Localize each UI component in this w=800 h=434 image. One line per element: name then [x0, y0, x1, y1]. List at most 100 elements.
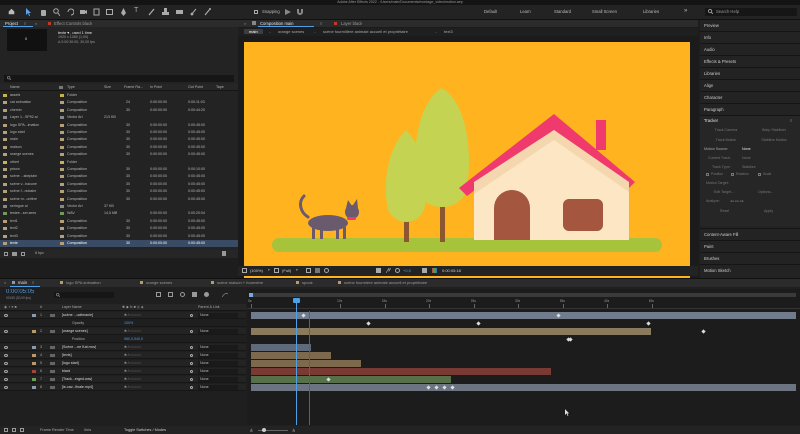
roto-brush-tool-icon[interactable] — [190, 8, 197, 16]
zoom-in-icon[interactable]: ◮ — [292, 427, 295, 432]
project-list-item[interactable]: text3 Composition 30 0:00:00:00 0:00:45:00 — [0, 233, 238, 240]
timeline-tab-scene-fourmiere[interactable]: scène fourmière animale accueil et propr… — [344, 280, 427, 285]
rotation-checkbox[interactable] — [731, 173, 734, 176]
close-comp-tab-icon[interactable]: × — [244, 21, 246, 26]
layer-switches[interactable]: ✱ / □ □ □ □ — [124, 353, 141, 357]
parent-pickwhip-icon[interactable] — [190, 346, 193, 349]
transparency-grid-icon[interactable] — [315, 268, 320, 273]
tab-layer[interactable]: Layer black — [341, 21, 362, 26]
current-track-value[interactable]: None — [742, 156, 751, 160]
analyze-buttons[interactable]: ◂◂ ◂ ▸ ▸▸ — [730, 199, 744, 203]
snap-option-icon[interactable] — [285, 9, 291, 15]
parent-pickwhip-icon[interactable] — [190, 362, 193, 365]
project-search-field[interactable] — [4, 75, 234, 82]
workspace-standard[interactable]: Standard — [554, 9, 571, 14]
time-ruler[interactable]: 0s05s10s15s20s25s30s35s40s45s — [247, 299, 800, 309]
parent-pickwhip-icon[interactable] — [190, 378, 193, 381]
exposure-value[interactable]: +0,0 — [403, 268, 411, 273]
subtab-main[interactable]: main — [244, 29, 263, 34]
layer-switches[interactable]: ✱ / □ □ □ □ — [124, 377, 141, 381]
expand-transfer-icon[interactable] — [12, 428, 16, 432]
reset-button[interactable]: Reset — [720, 209, 729, 213]
layer-name[interactable]: [orange scenes] — [62, 329, 88, 333]
parent-dropdown[interactable]: None — [198, 329, 238, 334]
timeline-tab-orange-scenes[interactable]: orange scenes — [146, 280, 172, 285]
visibility-eye-icon[interactable] — [4, 370, 8, 373]
expand-layer-switches-icon[interactable] — [4, 428, 8, 432]
project-list-item[interactable]: texte Composition 30 0:00:00:00 0:00:45:00 — [0, 240, 238, 247]
layer-switches[interactable]: ✱ / □ □ □ □ — [124, 329, 141, 333]
layer-label-color[interactable] — [32, 330, 36, 333]
pan-behind-tool-icon[interactable] — [93, 8, 100, 16]
layer-duration-bar[interactable] — [251, 360, 361, 367]
layer-name[interactable]: [Scène ...ne Kat.mov] — [62, 345, 96, 349]
shy-icon[interactable] — [180, 292, 185, 297]
workspace-default[interactable]: Default — [484, 9, 497, 14]
show-channel-icon[interactable] — [432, 268, 437, 273]
visibility-eye-icon[interactable] — [4, 378, 8, 381]
panel-item-content-aware-fill[interactable]: Content-Aware Fill — [700, 228, 800, 240]
visibility-eye-icon[interactable] — [4, 354, 8, 357]
time-navigator-handle[interactable] — [249, 293, 253, 297]
project-list-item[interactable]: text1 Composition 30 0:00:00:00 0:00:45:00 — [0, 218, 238, 225]
brush-tool-icon[interactable] — [148, 8, 155, 16]
motion-blur-icon[interactable] — [204, 292, 209, 297]
layer-name[interactable]: [logo start] — [62, 361, 79, 365]
edit-target-button[interactable]: Edit Target... — [714, 190, 734, 194]
clone-stamp-tool-icon[interactable] — [162, 8, 169, 16]
timeline-timecode[interactable]: 0:00:05:05 — [6, 289, 34, 295]
timeline-track-area[interactable]: 0s05s10s15s20s25s30s35s40s45s — [247, 289, 800, 425]
parent-dropdown[interactable]: None — [198, 361, 238, 366]
track-motion-button[interactable]: Track Motion — [704, 138, 748, 142]
visibility-eye-icon[interactable] — [4, 386, 8, 389]
lock-icon[interactable] — [252, 21, 256, 25]
close-timeline-tab-icon[interactable]: × — [4, 280, 6, 285]
project-list-item[interactable]: othert Folder — [0, 159, 238, 166]
snapping-checkbox[interactable] — [254, 10, 258, 14]
keyframe-icon[interactable] — [646, 321, 651, 326]
keyframe-icon[interactable] — [476, 321, 481, 326]
rotate-tool-icon[interactable] — [67, 8, 75, 16]
scale-checkbox[interactable] — [758, 173, 761, 176]
property-value[interactable]: 100% — [124, 321, 133, 325]
visibility-eye-icon[interactable] — [4, 330, 8, 333]
track-type-value[interactable]: Stabilize — [742, 165, 756, 169]
layer-row[interactable]: 3 [Scène ...ne Kat.mov] ✱ / □ □ □ □ None — [0, 344, 246, 351]
subtab-text3[interactable]: text3 — [444, 29, 453, 34]
project-list-item[interactable]: assets Folder — [0, 92, 238, 99]
project-list-item[interactable]: main Composition 30 0:00:00:00 0:00:45:00 — [0, 136, 238, 143]
zoom-tool-icon[interactable] — [53, 8, 61, 17]
layer-property-row[interactable]: Position 960,0,540,0 — [0, 336, 246, 343]
project-list-item[interactable]: text2 Composition 30 0:00:00:00 0:00:45:00 — [0, 225, 238, 232]
tracker-menu-icon[interactable]: ≡ — [790, 118, 792, 123]
frame-blend-icon[interactable] — [192, 292, 197, 297]
layer-switches[interactable]: ✱ / □ □ □ □ — [124, 345, 141, 349]
panel-item-audio[interactable]: Audio — [700, 44, 800, 56]
property-name[interactable]: Position — [72, 337, 85, 341]
layer-name[interactable]: black — [62, 369, 70, 373]
comp-timecode[interactable]: 0:00:05:18 — [442, 268, 461, 273]
layer-name[interactable]: [Track...erged.wav] — [62, 377, 92, 381]
home-icon[interactable] — [8, 8, 15, 15]
visibility-eye-icon[interactable] — [4, 346, 8, 349]
keyframe-icon[interactable] — [568, 337, 573, 342]
layer-name[interactable]: [texts] — [62, 353, 72, 357]
layer-row[interactable]: 5 [logo start] ✱ / □ □ □ □ None — [0, 360, 246, 367]
color-icon[interactable] — [376, 268, 381, 273]
project-list-item[interactable]: Layer 1...SP92.ai Vector Art 213 KB — [0, 114, 238, 121]
comp-tab-menu-icon[interactable]: ≡ — [320, 21, 322, 26]
layer-row[interactable]: 4 [texts] ✱ / □ □ □ □ None — [0, 352, 246, 359]
layer-duration-bar[interactable] — [251, 312, 796, 319]
col-size[interactable]: Size — [104, 85, 111, 89]
zoom-dropdown[interactable]: (100%) — [250, 268, 263, 273]
panel-item-effects-presets[interactable]: Effects & Presets — [700, 56, 800, 68]
apply-button[interactable]: Apply — [764, 209, 773, 213]
parent-pickwhip-icon[interactable] — [190, 370, 193, 373]
interpret-footage-icon[interactable] — [4, 252, 8, 256]
workspace-overflow-icon[interactable]: » — [684, 8, 687, 14]
project-list-item[interactable]: prison Composition 30 0:00:00:00 0:00:10:00 — [0, 166, 238, 173]
parent-pickwhip-icon[interactable] — [190, 314, 193, 317]
project-list-item[interactable]: logo start Composition 30 0:00:00:00 0:00:45… — [0, 129, 238, 136]
layer-label-color[interactable] — [32, 314, 36, 317]
comp-mini-flowchart-icon[interactable] — [156, 292, 161, 297]
